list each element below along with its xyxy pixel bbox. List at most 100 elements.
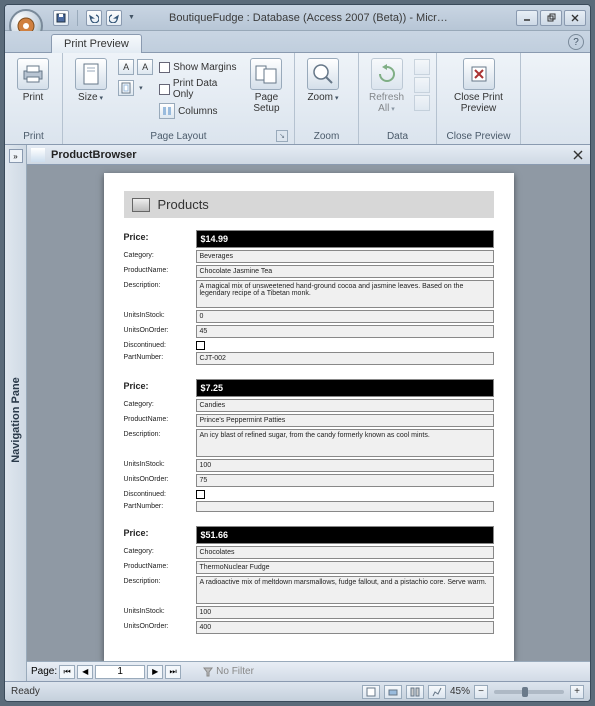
group-page-layout-label: Page Layout xyxy=(150,131,206,142)
close-window-button[interactable] xyxy=(564,10,586,26)
field-label: UnitsOnOrder: xyxy=(124,621,196,630)
zoom-button[interactable]: Zoom▾ xyxy=(301,55,345,106)
field-value: 400 xyxy=(196,621,494,634)
print-data-only-checkbox[interactable]: Print Data Only xyxy=(159,79,239,99)
size-button[interactable]: Size▾ xyxy=(69,55,112,106)
print-button[interactable]: Print xyxy=(11,55,55,106)
no-filter-indicator[interactable]: No Filter xyxy=(203,666,254,677)
save-icon xyxy=(56,13,66,23)
first-icon: ⏮ xyxy=(64,667,71,677)
qat-separator xyxy=(77,10,78,26)
field-label: PartNumber: xyxy=(124,501,196,510)
field-value: $14.99 xyxy=(196,230,494,248)
help-button[interactable]: ? xyxy=(568,34,584,50)
view-layout-button[interactable] xyxy=(406,685,424,699)
zoom-slider[interactable] xyxy=(494,690,564,694)
minus-icon: − xyxy=(478,686,484,697)
tab-print-preview[interactable]: Print Preview xyxy=(51,34,142,53)
field-value: A magical mix of unsweetened hand-ground… xyxy=(196,280,494,308)
field-label: UnitsInStock: xyxy=(124,459,196,468)
group-zoom-label: Zoom xyxy=(301,130,352,144)
field-value: Prince's Peppermint Patties xyxy=(196,414,494,427)
portrait-icon: A xyxy=(123,62,129,72)
zoom-icon xyxy=(307,58,339,90)
print-data-only-label: Print Data Only xyxy=(173,78,239,100)
field-label: PartNumber: xyxy=(124,352,196,361)
restore-button[interactable] xyxy=(540,10,562,26)
report-view-icon xyxy=(366,687,376,697)
margins-button[interactable] xyxy=(118,80,134,96)
page-next-button[interactable]: ▶ xyxy=(147,665,163,679)
show-margins-checkbox[interactable]: Show Margins xyxy=(159,57,239,77)
refresh-label: Refresh All xyxy=(369,92,404,114)
zoom-thumb[interactable] xyxy=(522,687,528,697)
view-print-preview-button[interactable] xyxy=(384,685,402,699)
field-value: CJT-002 xyxy=(196,352,494,365)
zoom-in-button[interactable]: + xyxy=(570,685,584,699)
navigation-pane-collapsed[interactable]: » Navigation Pane xyxy=(5,145,27,681)
field-value: Chocolates xyxy=(196,546,494,559)
navpane-label: Navigation Pane xyxy=(10,377,22,463)
discontinued-checkbox xyxy=(196,341,205,350)
page-last-button[interactable]: ⏭ xyxy=(165,665,181,679)
restore-icon xyxy=(546,13,556,23)
page-first-button[interactable]: ⏮ xyxy=(59,665,75,679)
field-label: Category: xyxy=(124,399,196,408)
field-label: UnitsInStock: xyxy=(124,310,196,319)
print-preview-view-icon xyxy=(388,687,398,697)
field-value xyxy=(196,501,494,512)
qat-undo-button[interactable] xyxy=(86,10,102,26)
prev-icon: ◀ xyxy=(82,667,88,676)
report-header-icon xyxy=(132,198,150,212)
preview-canvas[interactable]: Products Price:$14.99Category:BeveragesP… xyxy=(27,165,590,661)
zoom-label: Zoom xyxy=(307,92,333,103)
portrait-button[interactable]: A xyxy=(118,59,134,75)
field-value: Candies xyxy=(196,399,494,412)
page-number-input[interactable] xyxy=(95,665,145,679)
view-report-button[interactable] xyxy=(362,685,380,699)
print-icon xyxy=(17,58,49,90)
zoom-out-button[interactable]: − xyxy=(474,685,488,699)
field-value: A radioactive mix of meltdown marsmallow… xyxy=(196,576,494,604)
navpane-toggle[interactable]: » xyxy=(9,149,23,163)
page-setup-button[interactable]: Page Setup xyxy=(245,55,288,117)
minimize-button[interactable] xyxy=(516,10,538,26)
landscape-button[interactable]: A xyxy=(137,59,153,75)
field-label: UnitsOnOrder: xyxy=(124,474,196,483)
export-word-button xyxy=(414,77,430,93)
window-title: BoutiqueFudge : Database (Access 2007 (B… xyxy=(169,12,448,24)
object-close-button[interactable] xyxy=(570,147,586,163)
columns-button[interactable]: Columns xyxy=(159,101,239,121)
close-preview-label: Close Print Preview xyxy=(454,92,503,114)
ribbon: Print Print Size▾ AA ▾ Show Margins Prin… xyxy=(5,53,590,145)
group-close-preview-label: Close Preview xyxy=(443,130,514,144)
chevron-down-icon: ▾ xyxy=(139,84,143,92)
field-value: 45 xyxy=(196,325,494,338)
refresh-all-button[interactable]: Refresh All▾ xyxy=(365,55,408,117)
undo-icon xyxy=(89,13,99,23)
help-icon: ? xyxy=(573,37,579,48)
qat-redo-button[interactable] xyxy=(106,10,122,26)
qat-customize-dropdown[interactable]: ▼ xyxy=(128,14,135,21)
field-label: Discontinued: xyxy=(124,489,196,498)
object-tab-name: ProductBrowser xyxy=(51,149,137,161)
field-label: UnitsInStock: xyxy=(124,606,196,615)
minimize-icon xyxy=(522,13,532,23)
field-value: $7.25 xyxy=(196,379,494,397)
page-setup-label: Page Setup xyxy=(253,92,279,114)
page-setup-icon xyxy=(250,58,282,90)
field-label: Description: xyxy=(124,429,196,438)
columns-icon xyxy=(159,103,175,119)
qat-save-button[interactable] xyxy=(53,10,69,26)
status-ready: Ready xyxy=(11,686,40,697)
checkbox-icon xyxy=(159,84,170,95)
launcher-icon: ↘ xyxy=(279,132,285,140)
close-print-preview-button[interactable]: Close Print Preview xyxy=(443,55,514,117)
field-value: Chocolate Jasmine Tea xyxy=(196,265,494,278)
page-prev-button[interactable]: ◀ xyxy=(77,665,93,679)
page-layout-launcher[interactable]: ↘ xyxy=(276,130,288,142)
form-icon xyxy=(31,148,45,162)
field-value: An icy blast of refined sugar, from the … xyxy=(196,429,494,457)
view-design-button[interactable] xyxy=(428,685,446,699)
size-icon xyxy=(75,58,107,90)
